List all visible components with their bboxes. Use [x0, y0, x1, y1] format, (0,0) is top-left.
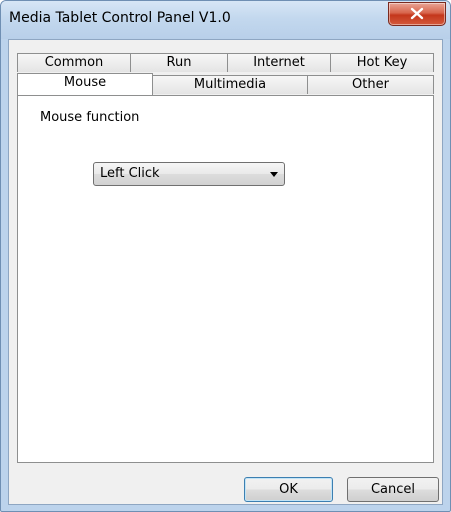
- tab-hot-key[interactable]: Hot Key: [330, 53, 434, 72]
- close-icon: [410, 7, 424, 20]
- mouse-function-select[interactable]: Left Click: [93, 162, 285, 186]
- dialog-client-area: Common Run Internet Hot Key Mouse Multim…: [8, 39, 443, 505]
- ok-button[interactable]: OK: [244, 477, 333, 502]
- tab-common[interactable]: Common: [17, 53, 131, 72]
- tab-mouse[interactable]: Mouse: [17, 73, 153, 95]
- cancel-button[interactable]: Cancel: [347, 477, 439, 502]
- tab-other[interactable]: Other: [307, 75, 434, 94]
- chevron-down-icon: [270, 172, 278, 177]
- mouse-tab-panel: Mouse function Left Click: [17, 95, 434, 463]
- window-title: Media Tablet Control Panel V1.0: [9, 10, 231, 26]
- title-bar[interactable]: Media Tablet Control Panel V1.0: [1, 1, 450, 39]
- mouse-function-value: Left Click: [100, 166, 160, 181]
- tab-multimedia[interactable]: Multimedia: [152, 75, 308, 94]
- tab-run[interactable]: Run: [130, 53, 228, 72]
- dialog-window: Media Tablet Control Panel V1.0 Common R…: [0, 0, 451, 512]
- mouse-function-label: Mouse function: [40, 110, 140, 125]
- close-button[interactable]: [388, 2, 446, 26]
- tab-internet[interactable]: Internet: [227, 53, 331, 72]
